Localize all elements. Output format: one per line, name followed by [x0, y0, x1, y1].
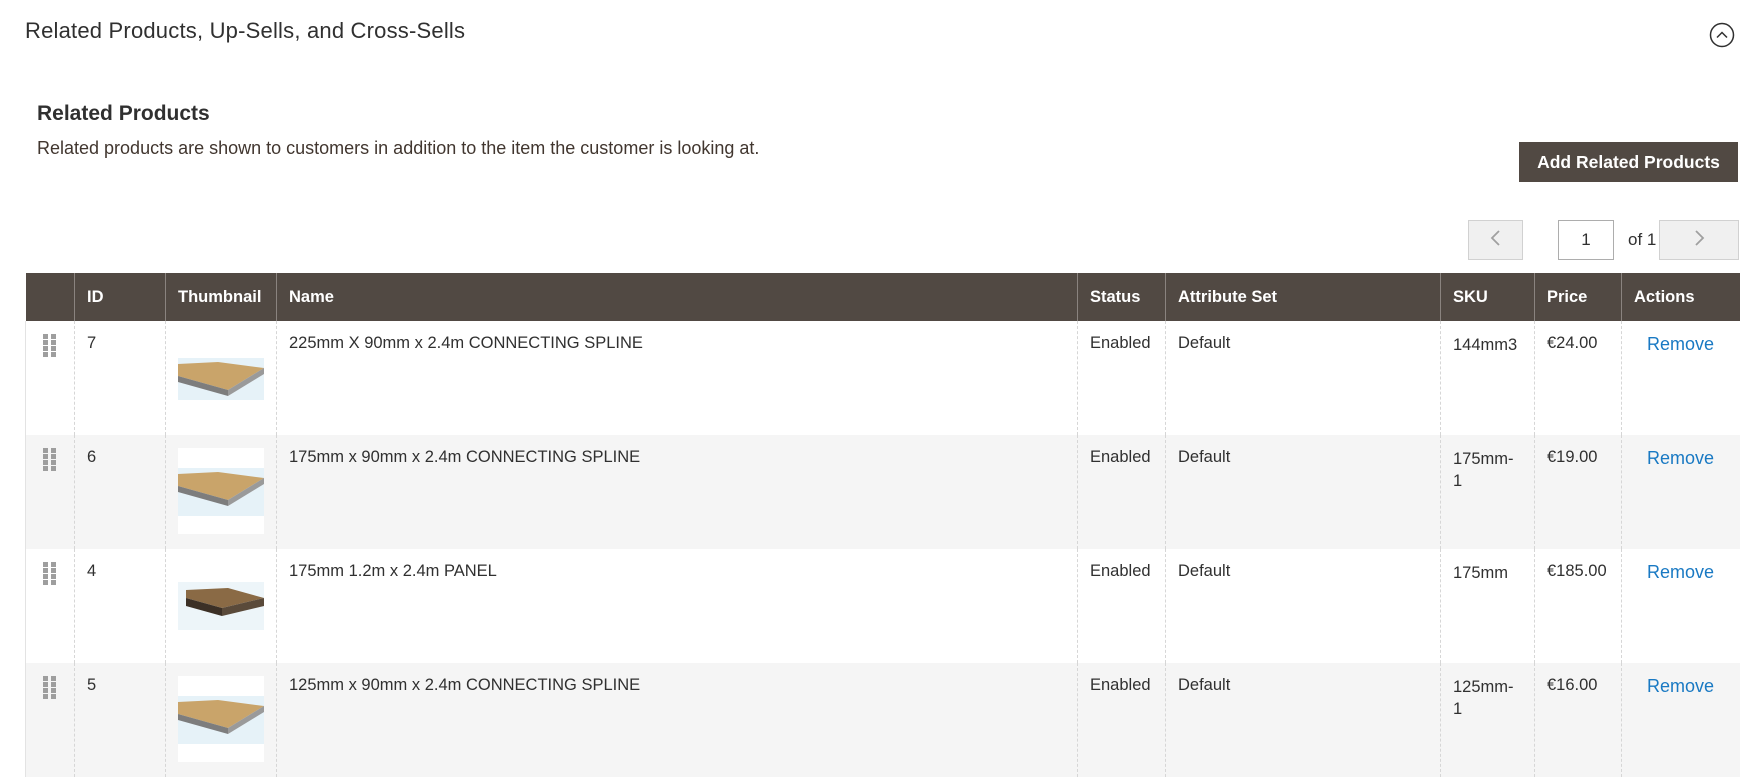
- table-row: 7 225mm X 90mm x 2.4m CONNECTING SPLINE …: [25, 321, 1740, 435]
- cell-price: €24.00: [1534, 321, 1622, 435]
- drag-cell[interactable]: [25, 663, 75, 777]
- related-products-description: Related products are shown to customers …: [37, 138, 760, 158]
- cell-sku: 175mm: [1440, 549, 1535, 663]
- cell-actions: Remove: [1621, 663, 1740, 777]
- related-products-grid: ID Thumbnail Name Status Attribute Set S…: [25, 273, 1740, 777]
- column-header-price[interactable]: Price: [1534, 273, 1622, 321]
- table-row: 4 175mm 1.2m x 2.4m PANEL Enabled Defaul…: [25, 549, 1740, 663]
- cell-thumbnail: [165, 435, 277, 549]
- cell-status: Enabled: [1077, 663, 1166, 777]
- cell-status: Enabled: [1077, 549, 1166, 663]
- cell-id: 6: [74, 435, 166, 549]
- remove-link[interactable]: Remove: [1634, 562, 1714, 583]
- cell-id: 4: [74, 549, 166, 663]
- cell-id: 5: [74, 663, 166, 777]
- remove-link[interactable]: Remove: [1634, 334, 1714, 355]
- column-header-sku[interactable]: SKU: [1440, 273, 1535, 321]
- product-thumbnail-spline: [178, 676, 264, 762]
- remove-link[interactable]: Remove: [1634, 448, 1714, 469]
- cell-thumbnail: [165, 321, 277, 435]
- product-thumbnail-panel: [178, 582, 264, 630]
- pager-page-input[interactable]: [1558, 220, 1614, 260]
- cell-actions: Remove: [1621, 549, 1740, 663]
- drag-cell[interactable]: [25, 549, 75, 663]
- cell-price: €185.00: [1534, 549, 1622, 663]
- column-header-status[interactable]: Status: [1077, 273, 1166, 321]
- grid-header-row: ID Thumbnail Name Status Attribute Set S…: [25, 273, 1740, 321]
- cell-status: Enabled: [1077, 435, 1166, 549]
- cell-sku: 175mm-1: [1440, 435, 1535, 549]
- cell-thumbnail: [165, 549, 277, 663]
- column-header-drag: [25, 273, 75, 321]
- drag-handle-icon[interactable]: [43, 562, 57, 591]
- column-header-attribute-set[interactable]: Attribute Set: [1165, 273, 1441, 321]
- drag-handle-icon[interactable]: [43, 334, 57, 363]
- cell-status: Enabled: [1077, 321, 1166, 435]
- pager-prev-button[interactable]: [1468, 220, 1523, 260]
- collapse-icon[interactable]: [1709, 22, 1735, 48]
- cell-attribute-set: Default: [1165, 435, 1441, 549]
- cell-sku: 144mm3: [1440, 321, 1535, 435]
- column-header-name[interactable]: Name: [276, 273, 1078, 321]
- cell-name: 175mm 1.2m x 2.4m PANEL: [276, 549, 1078, 663]
- drag-cell[interactable]: [25, 435, 75, 549]
- product-thumbnail-spline: [178, 448, 264, 534]
- cell-actions: Remove: [1621, 321, 1740, 435]
- pager-next-button[interactable]: [1659, 220, 1739, 260]
- cell-price: €16.00: [1534, 663, 1622, 777]
- cell-attribute-set: Default: [1165, 549, 1441, 663]
- cell-name: 175mm x 90mm x 2.4m CONNECTING SPLINE: [276, 435, 1078, 549]
- pager-of-label: of 1: [1628, 230, 1657, 249]
- cell-attribute-set: Default: [1165, 321, 1441, 435]
- column-header-thumbnail: Thumbnail: [165, 273, 277, 321]
- cell-attribute-set: Default: [1165, 663, 1441, 777]
- cell-id: 7: [74, 321, 166, 435]
- chevron-left-icon: [1489, 229, 1503, 252]
- drag-handle-icon[interactable]: [43, 448, 57, 477]
- cell-name: 125mm x 90mm x 2.4m CONNECTING SPLINE: [276, 663, 1078, 777]
- related-products-title: Related Products: [37, 102, 210, 125]
- drag-cell[interactable]: [25, 321, 75, 435]
- cell-actions: Remove: [1621, 435, 1740, 549]
- cell-sku: 125mm-1: [1440, 663, 1535, 777]
- column-header-id[interactable]: ID: [74, 273, 166, 321]
- cell-name: 225mm X 90mm x 2.4m CONNECTING SPLINE: [276, 321, 1078, 435]
- table-row: 6 175mm x 90mm x 2.4m CONNECTING SPLINE …: [25, 435, 1740, 549]
- cell-thumbnail: [165, 663, 277, 777]
- related-products-block: Related Products Related products are sh…: [37, 102, 1737, 159]
- drag-handle-icon[interactable]: [43, 676, 57, 705]
- cell-price: €19.00: [1534, 435, 1622, 549]
- table-row: 5 125mm x 90mm x 2.4m CONNECTING SPLINE …: [25, 663, 1740, 777]
- section-header: Related Products, Up-Sells, and Cross-Se…: [25, 18, 1735, 58]
- section-title: Related Products, Up-Sells, and Cross-Se…: [25, 18, 466, 43]
- product-thumbnail-spline: [178, 358, 264, 400]
- add-related-products-button[interactable]: Add Related Products: [1519, 142, 1738, 182]
- chevron-right-icon: [1692, 229, 1706, 252]
- remove-link[interactable]: Remove: [1634, 676, 1714, 697]
- column-header-actions: Actions: [1621, 273, 1740, 321]
